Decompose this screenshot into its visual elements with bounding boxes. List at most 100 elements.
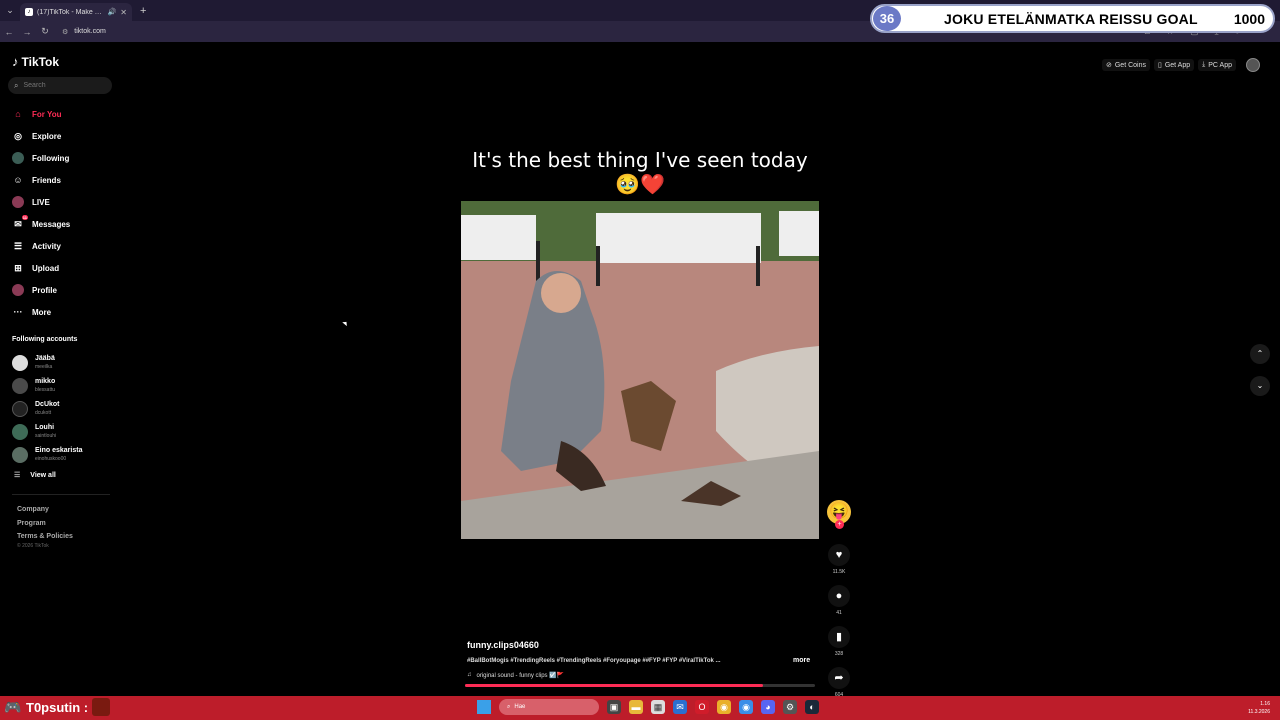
clock-date: 11.3.2026	[1248, 709, 1270, 715]
sidebar-item-upload[interactable]: ⊞ Upload	[12, 257, 70, 279]
opera-icon[interactable]: O	[695, 700, 709, 714]
sound-name: original sound - funny clips ☑️🚩	[476, 673, 565, 679]
sidebar-item-following[interactable]: Following	[12, 147, 70, 169]
search-input[interactable]	[23, 82, 94, 89]
video-hashtags[interactable]: #BallBotMogis #TrendingReels #TrendingRe…	[467, 658, 721, 664]
file-explorer-icon[interactable]: ▬	[629, 700, 643, 714]
footer-link-company[interactable]: Company	[17, 503, 73, 517]
account-item[interactable]: Jääbä meeilka	[12, 351, 82, 374]
account-item[interactable]: mikko blessattu	[12, 374, 82, 397]
view-all-button[interactable]: ☰ View all	[14, 471, 56, 480]
search-box[interactable]: ⌕	[8, 77, 112, 94]
taskbar: 🎮 T0psutin : ⌕ Hae ▣ ▬ ▦ ✉ O ◉ ◉ ◕ ⚙ ◐ 1…	[0, 696, 1280, 720]
taskbar-search[interactable]: ⌕ Hae	[499, 699, 599, 715]
more-dots-icon: ···	[13, 307, 23, 317]
system-clock[interactable]: 1.16 11.3.2026	[1248, 700, 1270, 716]
tiktok-logo[interactable]: ♪ TikTok	[12, 54, 59, 69]
share-icon[interactable]: ➦	[828, 667, 850, 689]
like-action[interactable]: ♥ 11.5K	[828, 544, 850, 575]
sidebar-item-explore[interactable]: ◎ Explore	[12, 125, 70, 147]
comment-icon[interactable]: ●	[828, 585, 850, 607]
account-name: DcUkot	[35, 400, 60, 408]
follow-plus-icon[interactable]: +	[835, 520, 844, 529]
account-handle: dcukott	[35, 409, 52, 416]
account-item[interactable]: Louhi saintlouhi	[12, 420, 82, 443]
share-action[interactable]: ➦ 604	[828, 667, 850, 698]
friends-icon: ☺	[13, 175, 23, 185]
chrome-alt-icon[interactable]: ◉	[739, 700, 753, 714]
sidebar-item-live[interactable]: LIVE	[12, 191, 70, 213]
sidebar-item-label: Messages	[32, 219, 71, 229]
forward-icon[interactable]: →	[18, 27, 36, 37]
tiktok-note-icon: ♪	[12, 54, 19, 69]
avatar	[12, 446, 28, 463]
messages-icon: ✉ 11	[14, 215, 28, 229]
creator-avatar[interactable]: 😝 +	[827, 500, 851, 529]
pc-app-button[interactable]: ⤓ PC App	[1198, 59, 1236, 71]
live-avatar-icon	[12, 196, 24, 208]
get-coins-button[interactable]: ⊘ Get Coins	[1101, 59, 1150, 71]
footer-link-program[interactable]: Program	[17, 517, 73, 531]
sidebar-item-more[interactable]: ··· More	[12, 301, 70, 323]
video-author[interactable]: funny.clips04660	[467, 640, 539, 650]
messages-badge: 11	[21, 215, 28, 220]
store-icon[interactable]: ▦	[651, 700, 665, 714]
video-player[interactable]	[461, 201, 819, 539]
video-progress-bar[interactable]	[465, 684, 815, 687]
copyright: © 2026 TikTok	[17, 543, 49, 549]
mail-icon[interactable]: ✉	[673, 700, 687, 714]
steam-icon[interactable]: ◐	[805, 700, 819, 714]
back-icon[interactable]: ←	[0, 27, 18, 37]
new-tab-button[interactable]: +	[140, 5, 146, 17]
streamer-face-icon	[92, 698, 111, 716]
sidebar-item-label: LIVE	[32, 197, 50, 207]
upload-icon: ⊞	[14, 263, 22, 273]
get-coins-label: Get Coins	[1114, 61, 1146, 69]
sidebar-item-for-you[interactable]: ⌂ For You	[12, 103, 70, 125]
footer-link-terms[interactable]: Terms & Policies	[17, 530, 73, 544]
previous-video-button[interactable]: ⌃	[1250, 344, 1270, 364]
account-item[interactable]: Eino eskarista einohuskoo00	[12, 443, 82, 466]
sound-link[interactable]: ♫ original sound - funny clips ☑️🚩	[467, 672, 564, 679]
compass-icon: ◎	[14, 131, 22, 141]
sidebar-item-friends[interactable]: ☺ Friends	[12, 169, 70, 191]
tab-list-icon[interactable]: ⌄	[0, 0, 20, 21]
account-name: Eino eskarista	[35, 446, 83, 454]
sidebar-item-label: More	[32, 307, 52, 317]
close-tab-icon[interactable]: ✕	[120, 8, 127, 17]
url-field[interactable]: ⚙ tiktok.com	[62, 28, 106, 36]
user-avatar[interactable]	[1246, 58, 1260, 72]
sidebar-item-activity[interactable]: ☰ Activity	[12, 235, 70, 257]
get-app-label: Get App	[1164, 61, 1191, 69]
tab-title: (17)TikTok - Make Your Day	[37, 8, 104, 16]
sidebar-item-messages[interactable]: ✉ 11 Messages	[12, 213, 70, 235]
browser-tab[interactable]: ♪ (17)TikTok - Make Your Day 🔊 ✕	[20, 3, 132, 21]
divider	[12, 494, 110, 495]
settings-icon[interactable]: ⚙	[783, 700, 797, 714]
account-item[interactable]: DcUkot dcukott	[12, 397, 82, 420]
avatar	[12, 423, 28, 440]
site-info-icon[interactable]: ⚙	[62, 28, 68, 36]
pc-app-label: PC App	[1208, 61, 1232, 69]
music-note-icon: ♫	[467, 672, 472, 678]
reload-icon[interactable]: ↻	[36, 26, 54, 37]
feed-navigation: ⌃ ⌄	[1250, 344, 1270, 408]
next-video-button[interactable]: ⌄	[1250, 376, 1270, 396]
bookmark-icon[interactable]: ▮	[828, 626, 850, 648]
get-app-button[interactable]: ▯ Get App	[1153, 59, 1195, 71]
progress-fill	[465, 684, 763, 687]
heart-icon[interactable]: ♥	[828, 544, 850, 566]
speaker-icon[interactable]: 🔊	[108, 8, 117, 16]
sidebar-item-profile[interactable]: Profile	[12, 279, 70, 301]
chrome-icon[interactable]: ◉	[717, 700, 731, 714]
windows-start-icon[interactable]	[477, 700, 491, 714]
sidebar-item-label: Friends	[32, 175, 61, 185]
sidebar-nav: ⌂ For You ◎ Explore Following ☺ Friends …	[12, 103, 70, 323]
account-handle: meeilka	[35, 363, 53, 370]
more-button[interactable]: more	[793, 657, 810, 664]
task-view-icon[interactable]: ▣	[607, 700, 621, 714]
save-action[interactable]: ▮ 328	[828, 626, 850, 657]
top-right-actions: ⊘ Get Coins ▯ Get App ⤓ PC App	[1101, 58, 1260, 72]
discord-icon[interactable]: ◕	[761, 700, 775, 714]
comment-action[interactable]: ● 41	[828, 585, 850, 616]
